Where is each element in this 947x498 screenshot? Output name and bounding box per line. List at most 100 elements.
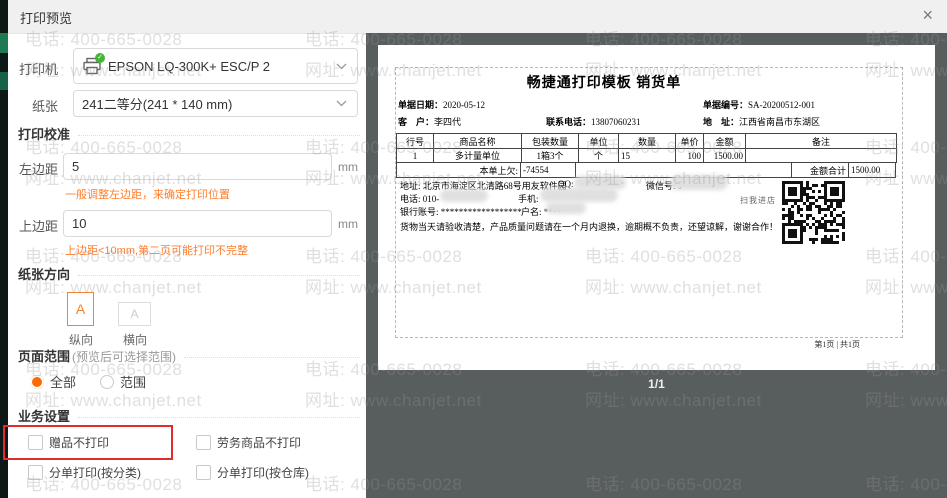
doc-table-cell: [745, 148, 897, 163]
section-page-range: 页面范围 (预览后可选择范围): [18, 346, 360, 365]
printer-ready-badge: ✓: [95, 53, 105, 63]
radio-label: 范围: [120, 375, 147, 390]
checkbox-icon: [196, 465, 211, 480]
left-margin-hint: 一般调整左边距，来确定打印位置: [65, 189, 230, 201]
checkbox-label: 分单打印(按分类): [49, 466, 141, 480]
range-custom-radio[interactable]: 范围: [100, 372, 146, 391]
chevron-down-icon: [336, 63, 347, 70]
doc-table-cell: 1500.00: [703, 148, 746, 163]
doc-table-summary-row: 本单上欠: -74554 金额合计 1500.00: [396, 163, 896, 178]
radio-selected-icon: [30, 374, 44, 389]
checkbox-icon: [28, 465, 43, 480]
doc-table-body: 1 多计量单位 1箱3个个 15 100 1500.00: [396, 148, 897, 163]
redaction-blur: [546, 202, 586, 214]
tel-label: 电话: 010-: [400, 194, 440, 204]
dialog-titlebar: 打印预览 ×: [8, 0, 947, 34]
qr-caption: 扫我进店: [740, 196, 776, 205]
doc-phone: 联系电话：13807060231: [546, 117, 641, 127]
doc-col-header: 单价: [675, 133, 704, 149]
document-title: 畅捷通打印模板 销货单: [526, 76, 682, 91]
orientation-landscape-button[interactable]: A: [118, 302, 151, 326]
top-margin-label: 上边距: [18, 219, 58, 234]
preview-area: 畅捷通打印模板 销货单 单据日期：2020-05-12 单据编号：SA-2020…: [366, 33, 947, 498]
paper-select[interactable]: 241二等分(241 * 140 mm): [73, 90, 358, 117]
section-note: (预览后可选择范围): [72, 350, 177, 364]
doc-table-cell: 100: [675, 148, 704, 163]
doc-table-cell: 15: [618, 148, 676, 163]
doc-table-header-row: 行号 商品名称 包装数量 单位 数量 单价 金额 备注: [396, 133, 897, 149]
redaction-blur: [540, 188, 618, 202]
printer-icon: ✓: [82, 53, 105, 75]
total-value: 1500.00: [848, 163, 895, 177]
checkbox-no-service-print[interactable]: 劳务商品不打印: [196, 434, 301, 451]
redaction-blur: [440, 189, 488, 202]
close-icon[interactable]: ×: [918, 5, 937, 25]
doc-customer: 客 户：李四代: [398, 117, 462, 127]
doc-table: 行号 商品名称 包装数量 单位 数量 单价 金额 备注 1 多计量单位 1箱3个个 15 100 150…: [396, 133, 897, 163]
portrait-glyph: A: [75, 301, 86, 317]
printer-value: EPSON LQ-300K+ ESC/P 2: [108, 58, 270, 74]
doc-col-header: 备注: [745, 133, 897, 149]
top-margin-input[interactable]: [63, 210, 332, 237]
landscape-glyph: A: [130, 307, 139, 321]
orientation-portrait-button[interactable]: A: [67, 292, 94, 326]
doc-page-label: 第1页 | 共1页: [814, 340, 860, 349]
owed-label: 本单上欠:: [479, 165, 518, 176]
doc-table-cell: 个: [578, 148, 619, 163]
chevron-down-icon: [336, 100, 347, 107]
section-title: 业务设置: [18, 409, 71, 424]
background-accent: [0, 33, 8, 53]
background-app-strip: [0, 0, 8, 498]
doc-col-header: 数量: [618, 133, 676, 149]
checkbox-icon: [28, 435, 43, 450]
mobile-label: 手机:: [518, 194, 539, 204]
checkbox-split-by-category[interactable]: 分单打印(按分类): [28, 464, 141, 481]
background-accent: [0, 72, 8, 90]
left-margin-unit: mm: [338, 160, 358, 174]
doc-number: 单据编号：SA-20200512-001: [703, 100, 816, 110]
dialog-title: 打印预览: [20, 11, 73, 26]
page-indicator: 1/1: [648, 377, 665, 391]
doc-col-header: 单位: [578, 133, 619, 149]
left-margin-input[interactable]: [63, 153, 332, 180]
doc-table-cell: 1: [396, 148, 434, 163]
printer-label: 打印机: [18, 62, 58, 77]
printer-select[interactable]: ✓ EPSON LQ-300K+ ESC/P 2: [73, 48, 358, 84]
doc-col-header: 行号: [396, 133, 434, 149]
preview-page: 畅捷通打印模板 销货单 单据日期：2020-05-12 单据编号：SA-2020…: [378, 45, 935, 370]
top-margin-hint: 上边距<10mm,第二页可能打印不完整: [65, 245, 249, 257]
total-label: 金额合计: [791, 163, 848, 177]
left-margin-label: 左边距: [18, 162, 58, 177]
paper-label: 纸张: [31, 99, 58, 114]
section-paper-orientation: 纸张方向: [18, 264, 360, 283]
doc-col-header: 金额: [703, 133, 746, 149]
paper-value: 241二等分(241 * 140 mm): [82, 97, 233, 112]
terms-text: 货物当天请验收清楚，产品质量问题请在一个月内退换，逾期概不负责，还望谅解，谢谢合…: [400, 222, 779, 232]
print-preview-dialog: 打印预览 × 打印机 ✓ EPSON LQ-300K+ ESC/P 2 纸张 2…: [3, 0, 947, 498]
section-title: 页面范围: [18, 349, 71, 364]
checkbox-label: 劳务商品不打印: [217, 436, 302, 450]
doc-date: 单据日期：2020-05-12: [398, 100, 486, 110]
doc-col-header: 包装数量: [521, 133, 579, 149]
checkbox-split-by-warehouse[interactable]: 分单打印(按仓库): [196, 464, 309, 481]
owed-value: -74554: [520, 163, 575, 177]
section-title: 打印校准: [18, 127, 71, 142]
doc-table-cell: 多计量单位: [433, 148, 522, 163]
range-all-radio[interactable]: 全部: [30, 372, 76, 391]
checkbox-label: 赠品不打印: [49, 436, 110, 450]
doc-col-header: 商品名称: [433, 133, 522, 149]
section-title: 纸张方向: [18, 267, 71, 282]
doc-table-row: 1 多计量单位 1箱3个个 15 100 1500.00: [396, 148, 897, 163]
radio-unselected-icon: [100, 374, 114, 389]
top-margin-unit: mm: [338, 217, 358, 231]
checkbox-no-gift-print[interactable]: 赠品不打印: [28, 434, 109, 451]
checkbox-label: 分单打印(按仓库): [217, 466, 309, 480]
doc-table-cell: 1箱3个: [521, 148, 579, 163]
checkbox-icon: [196, 435, 211, 450]
radio-label: 全部: [50, 375, 77, 390]
bank-account: 银行账号: ******************: [400, 207, 522, 217]
qr-code: [782, 181, 845, 244]
redaction-blur: [670, 175, 728, 190]
doc-address: 地 址：江西省南昌市东湖区: [703, 117, 821, 127]
section-print-calibration: 打印校准: [18, 124, 360, 143]
